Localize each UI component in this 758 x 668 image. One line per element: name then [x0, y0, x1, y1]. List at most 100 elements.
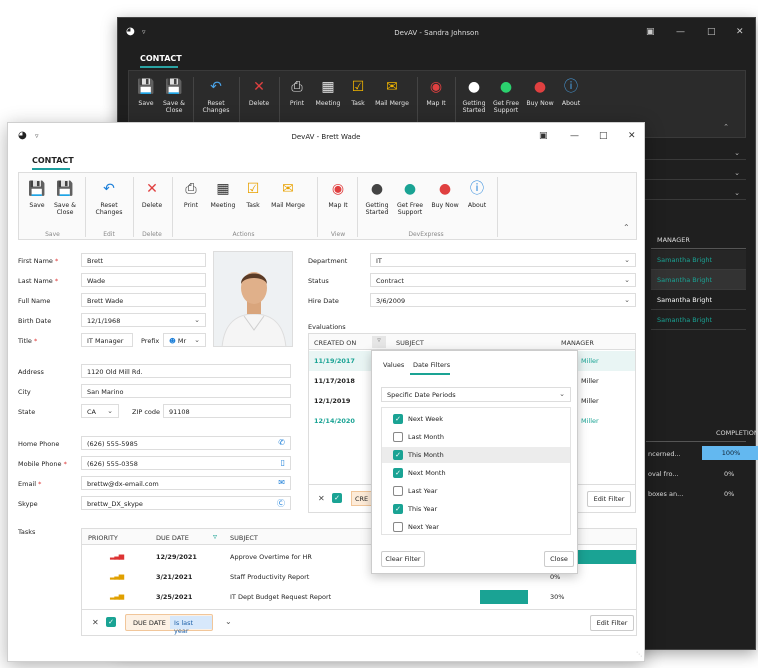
collapse-ribbon-icon[interactable]: ⌃	[723, 123, 729, 131]
buy-now-button[interactable]: ● Buy Now	[525, 79, 555, 107]
mail-merge-button[interactable]: ✉ Mail Merge	[373, 79, 411, 107]
period-option[interactable]: ✓ This Month	[382, 447, 570, 463]
tab-contact[interactable]: CONTACT	[140, 54, 182, 63]
delete-button[interactable]: ✕ Delete	[139, 181, 165, 209]
full-name-field[interactable]: Brett Wade	[81, 293, 206, 307]
prefix-field[interactable]: ☻ Mr ⌄	[163, 333, 206, 347]
mail-icon[interactable]: ✉	[278, 478, 285, 487]
tab-contact[interactable]: CONTACT	[32, 156, 74, 165]
meeting-button[interactable]: ▦ Meeting	[207, 181, 239, 209]
due-date-column-header[interactable]: DUE DATE	[156, 534, 189, 542]
manager-column-header[interactable]: MANAGER	[561, 339, 594, 347]
subject-column-header[interactable]: SUBJECT	[396, 339, 424, 347]
save-close-button[interactable]: 💾 Save & Close	[51, 181, 79, 216]
manager-column-header[interactable]: MANAGER	[651, 231, 746, 249]
get-free-support-button[interactable]: ● Get Free Support	[395, 181, 425, 216]
mobile-phone-field[interactable]: (626) 555-0358 ▯	[81, 456, 291, 470]
period-option[interactable]: Last Year	[382, 483, 570, 499]
tab-date-filters[interactable]: Date Filters	[413, 361, 450, 369]
edit-filter-button[interactable]: Edit Filter	[587, 491, 631, 507]
close-button[interactable]: Close	[544, 551, 574, 567]
getting-started-button[interactable]: ● Getting Started	[461, 79, 487, 114]
phone-icon[interactable]: ✆	[278, 438, 285, 447]
minimize-button[interactable]: —	[570, 131, 579, 141]
period-option[interactable]: ✓ This Year	[382, 501, 570, 517]
save-button[interactable]: 💾 Save	[26, 181, 48, 209]
home-phone-field[interactable]: (626) 555-5985 ✆	[81, 436, 291, 450]
first-name-field[interactable]: Brett	[81, 253, 206, 267]
city-field[interactable]: San Marino	[81, 384, 291, 398]
hire-date-field[interactable]: 3/6/2009 ⌄	[370, 293, 636, 307]
task-row[interactable]: boxes an... 0%	[646, 484, 746, 504]
map-it-button[interactable]: ◉ Map It	[324, 181, 352, 209]
title-field[interactable]: IT Manager	[81, 333, 133, 347]
priority-column-header[interactable]: PRIORITY	[88, 534, 118, 542]
period-checkbox[interactable]	[393, 486, 403, 496]
restore-layout-icon[interactable]: ▣	[646, 27, 655, 37]
reset-changes-button[interactable]: ↶ Reset Changes	[201, 79, 231, 114]
save-button[interactable]: 💾 Save	[135, 79, 157, 107]
table-row[interactable]: ▂▃▅ 3/25/2021 IT Dept Budget Request Rep…	[82, 587, 636, 607]
close-button[interactable]: ✕	[628, 131, 636, 141]
chevron-down-icon[interactable]: ⌄	[225, 617, 232, 626]
email-field[interactable]: brettw@dx-email.com ✉	[81, 476, 291, 490]
buy-now-button[interactable]: ● Buy Now	[429, 181, 461, 209]
minimize-button[interactable]: —	[676, 27, 685, 37]
map-it-button[interactable]: ◉ Map It	[423, 79, 449, 107]
dropdown-field[interactable]: ⌄	[641, 166, 746, 180]
tab-values[interactable]: Values	[383, 361, 404, 369]
created-on-column-header[interactable]: CREATED ON	[314, 339, 356, 347]
getting-started-button[interactable]: ● Getting Started	[363, 181, 391, 216]
completion-column-header[interactable]: COMPLETION	[716, 429, 758, 437]
about-button[interactable]: ⓘ About	[465, 181, 489, 209]
delete-button[interactable]: ✕ Delete	[247, 79, 271, 107]
period-checkbox[interactable]	[393, 432, 403, 442]
filter-value[interactable]: Is last year	[170, 616, 212, 635]
period-option[interactable]: ✓ Next Month	[382, 465, 570, 481]
filter-enabled-checkbox[interactable]: ✓	[106, 617, 116, 627]
filter-chip[interactable]: DUE DATE Is last year	[125, 614, 213, 635]
date-period-dropdown[interactable]: Specific Date Periods ⌄	[381, 387, 571, 402]
dropdown-field[interactable]: ⌄	[641, 146, 746, 160]
address-field[interactable]: 1120 Old Mill Rd.	[81, 364, 291, 378]
filter-active-icon[interactable]: ▿	[213, 532, 217, 541]
state-field[interactable]: CA ⌄	[81, 404, 119, 418]
get-free-support-button[interactable]: ● Get Free Support	[491, 79, 521, 114]
filter-icon[interactable]: ▿	[372, 336, 386, 348]
print-button[interactable]: ⎙ Print	[178, 181, 204, 209]
period-checkbox[interactable]: ✓	[393, 414, 403, 424]
period-option[interactable]: Last Month	[382, 429, 570, 445]
meeting-button[interactable]: ▦ Meeting	[313, 79, 343, 107]
clear-filter-icon[interactable]: ✕	[92, 618, 99, 627]
filter-enabled-checkbox[interactable]: ✓	[332, 493, 342, 503]
collapse-ribbon-icon[interactable]: ⌃	[623, 223, 630, 232]
clear-filter-icon[interactable]: ✕	[318, 494, 325, 503]
mobile-icon[interactable]: ▯	[281, 458, 285, 467]
reset-changes-button[interactable]: ↶ Reset Changes	[93, 181, 125, 216]
birth-date-field[interactable]: 12/1/1968 ⌄	[81, 313, 206, 327]
period-checkbox[interactable]: ✓	[393, 450, 403, 460]
clear-filter-button[interactable]: Clear Filter	[381, 551, 425, 567]
close-button[interactable]: ✕	[736, 27, 744, 37]
resize-grip-icon[interactable]: ⋱	[636, 651, 642, 658]
print-button[interactable]: ⎙ Print	[285, 79, 309, 107]
last-name-field[interactable]: Wade	[81, 273, 206, 287]
period-checkbox[interactable]: ✓	[393, 468, 403, 478]
skype-field[interactable]: brettw_DX_skype Ⓒ	[81, 496, 291, 510]
zip-field[interactable]: 91108	[163, 404, 291, 418]
task-row[interactable]: ncerned... 100%	[646, 444, 758, 464]
task-button[interactable]: ☑ Task	[347, 79, 369, 107]
subject-column-header[interactable]: SUBJECT	[230, 534, 258, 542]
period-option[interactable]: Next Year	[382, 519, 570, 535]
status-field[interactable]: Contract ⌄	[370, 273, 636, 287]
maximize-button[interactable]: □	[707, 27, 716, 37]
department-field[interactable]: IT ⌄	[370, 253, 636, 267]
period-checkbox[interactable]	[393, 522, 403, 532]
task-row[interactable]: oval fro... 0%	[646, 464, 746, 484]
mail-merge-button[interactable]: ✉ Mail Merge	[267, 181, 309, 209]
dropdown-field[interactable]: ⌄	[641, 186, 746, 200]
contact-photo[interactable]	[213, 251, 293, 347]
skype-icon[interactable]: Ⓒ	[277, 498, 285, 509]
period-checkbox[interactable]: ✓	[393, 504, 403, 514]
restore-layout-icon[interactable]: ▣	[539, 131, 548, 141]
